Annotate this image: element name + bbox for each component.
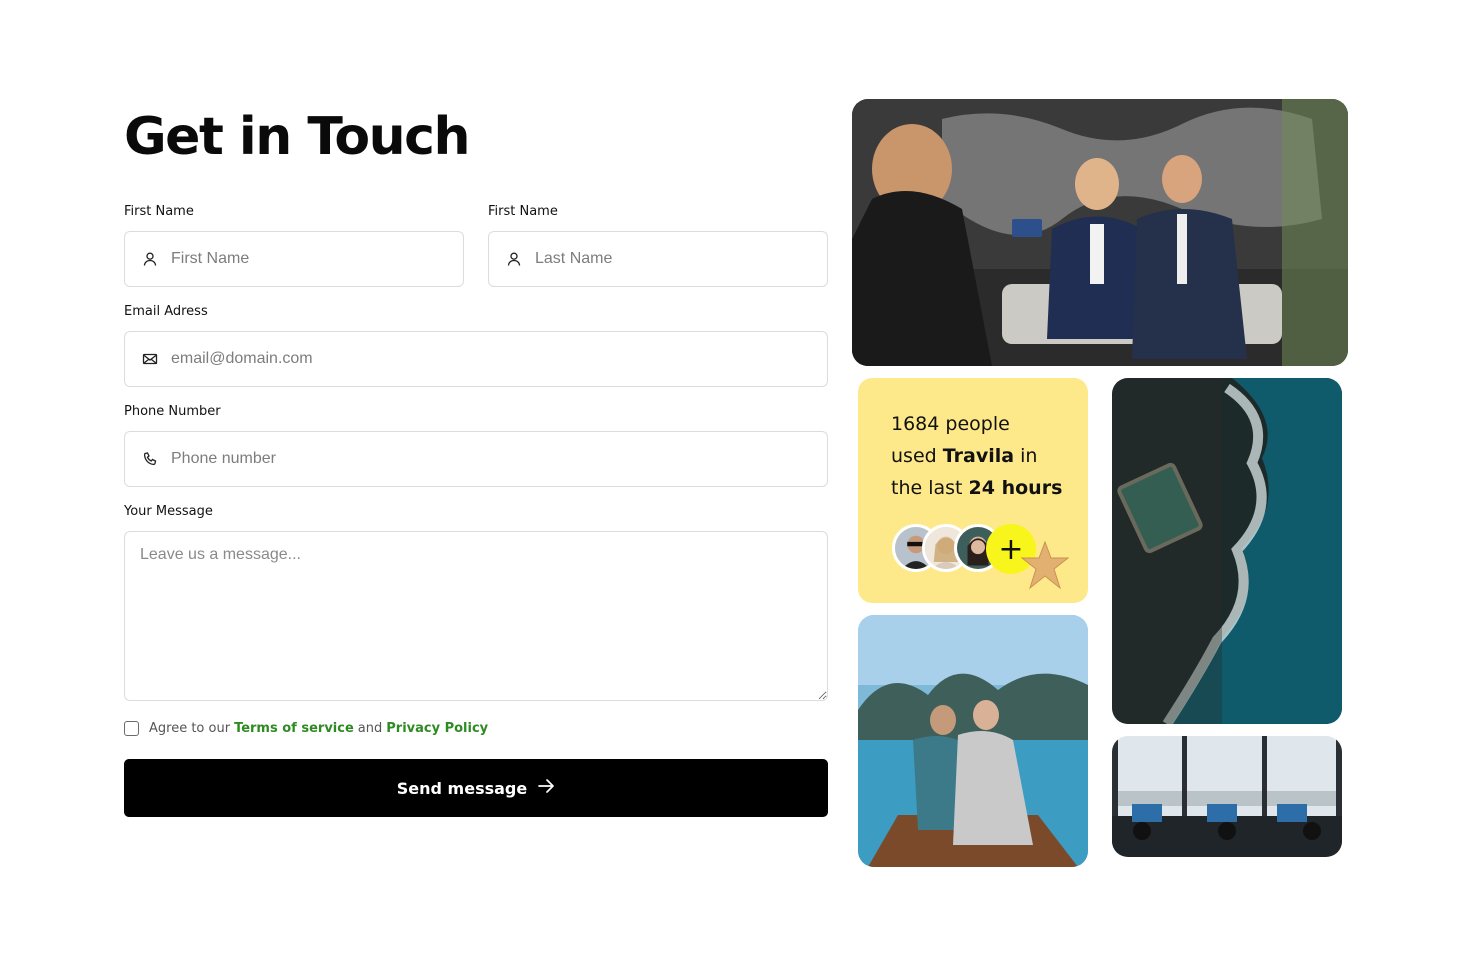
agree-prefix-text: Agree to our: [149, 721, 231, 736]
phone-icon: [141, 450, 159, 468]
user-icon: [505, 250, 523, 268]
stat-line2-prefix: used: [891, 445, 937, 467]
privacy-policy-link[interactable]: Privacy Policy: [386, 721, 488, 736]
starfish-icon: [1020, 540, 1070, 590]
message-label: Your Message: [124, 504, 213, 519]
last-name-label: First Name: [488, 204, 558, 219]
phone-input[interactable]: [171, 450, 811, 468]
contact-form: Get in Touch First Name First Name Email…: [124, 104, 828, 817]
stat-period: 24 hours: [968, 477, 1063, 499]
usage-stat-text: 1684 people used Travila in the last 24 …: [891, 408, 1071, 504]
phone-input-box[interactable]: [124, 431, 828, 487]
travel-agency-office-photo: [852, 99, 1348, 366]
email-field: Email Adress: [124, 304, 828, 387]
send-message-label: Send message: [396, 778, 528, 798]
first-name-input-box[interactable]: [124, 231, 464, 287]
send-message-button[interactable]: Send message: [124, 759, 828, 817]
phone-label: Phone Number: [124, 404, 221, 419]
last-name-input[interactable]: [535, 250, 811, 268]
name-row: First Name First Name: [124, 204, 828, 287]
stat-line3-prefix: the last: [891, 477, 963, 499]
message-field: Your Message: [124, 504, 828, 706]
terms-checkbox[interactable]: [124, 721, 139, 736]
mail-icon: [141, 350, 159, 368]
last-name-input-box[interactable]: [488, 231, 828, 287]
message-textarea[interactable]: [124, 531, 828, 701]
women-boat-photo: [858, 615, 1088, 867]
agree-and-text: and: [357, 721, 383, 736]
usage-stat-card: 1684 people used Travila in the last 24 …: [858, 378, 1088, 603]
phone-field: Phone Number: [124, 404, 828, 487]
stat-line2-suffix: in: [1020, 445, 1038, 467]
stat-line1: 1684 people: [891, 413, 1010, 435]
air-traffic-control-photo: [1112, 736, 1342, 857]
page-title: Get in Touch: [124, 107, 471, 167]
first-name-field: First Name: [124, 204, 464, 287]
brand-name: Travila: [942, 445, 1015, 467]
terms-of-service-link[interactable]: Terms of service: [234, 721, 354, 736]
email-label: Email Adress: [124, 304, 208, 319]
first-name-input[interactable]: [171, 250, 447, 268]
email-input-box[interactable]: [124, 331, 828, 387]
arrow-right-icon: [537, 777, 555, 799]
last-name-field: First Name: [488, 204, 828, 287]
first-name-label: First Name: [124, 204, 194, 219]
aerial-coast-photo: [1112, 378, 1342, 724]
terms-agreement: Agree to our Terms of service and Privac…: [124, 721, 828, 736]
user-icon: [141, 250, 159, 268]
email-input[interactable]: [171, 350, 811, 368]
